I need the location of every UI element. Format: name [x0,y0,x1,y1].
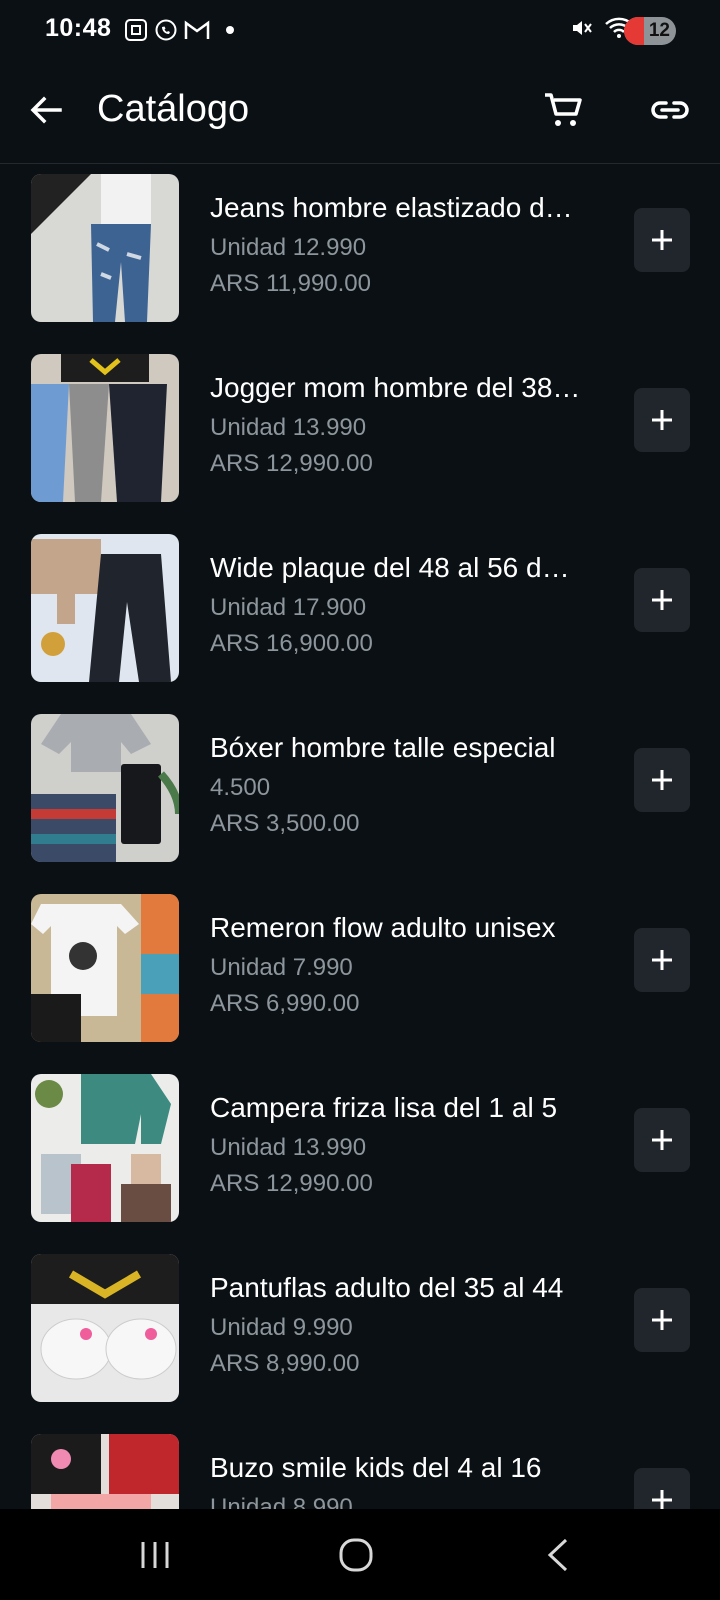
product-name: Campera friza lisa del 1 al 5 [210,1092,558,1123]
product-row[interactable]: Jogger mom hombre del 38 al 48 Unidad 13… [0,344,720,524]
recents-icon [141,1542,169,1568]
gmail-icon [184,20,210,39]
product-row[interactable]: Wide plaque del 48 al 56 de hombre Unida… [0,524,720,704]
add-to-cart-button[interactable] [634,1288,690,1352]
product-thumbnail [31,1074,179,1222]
cart-button[interactable] [541,88,585,132]
add-to-cart-button[interactable] [634,1108,690,1172]
product-name: Remeron flow adulto unisex [210,912,556,943]
link-button[interactable] [648,88,692,132]
status-time: 10:48 [45,14,112,42]
add-to-cart-button[interactable] [634,388,690,452]
recents-button[interactable] [125,1531,185,1579]
product-price: ARS 3,500.00 [210,810,360,837]
plus-icon [652,1490,672,1509]
product-thumbnail [31,714,179,862]
mute-icon [573,21,592,35]
product-row[interactable]: Jeans hombre elastizado del 38 al 48 Uni… [0,164,720,344]
plus-icon [652,230,672,250]
product-unit-price: Unidad 13.990 [210,414,367,441]
add-to-cart-button[interactable] [634,568,690,632]
page-title: Catálogo [97,88,250,130]
product-price: ARS 12,990.00 [210,450,373,477]
product-unit-price: Unidad 12.990 [210,234,367,261]
back-nav-button[interactable] [528,1531,588,1579]
plus-icon [652,590,672,610]
product-unit-price: Unidad 17.900 [210,594,367,621]
battery-level: 12 [648,20,670,41]
product-name: Jogger mom hombre del 38 al 48 [210,372,585,403]
product-unit-price: Unidad 9.990 [210,1314,353,1341]
plus-icon [652,1130,672,1150]
back-arrow-icon [30,96,62,124]
status-bar: 10:48 12 [0,0,720,64]
product-thumbnail [31,534,179,682]
add-to-cart-button[interactable] [634,748,690,812]
product-row[interactable]: Remeron flow adulto unisex Unidad 7.990 … [0,884,720,1064]
link-icon [651,101,689,119]
product-list: Jeans hombre elastizado del 38 al 48 Uni… [0,164,720,1509]
home-icon [339,1538,373,1572]
product-price: ARS 6,990.00 [210,990,360,1017]
dot-icon [226,26,234,34]
product-name: Buzo smile kids del 4 al 16 [210,1452,542,1483]
system-nav-bar [0,1509,720,1600]
product-unit-price: Unidad 13.990 [210,1134,367,1161]
plus-icon [652,410,672,430]
product-price: ARS 12,990.00 [210,1170,373,1197]
product-unit-price: Unidad 7.990 [210,954,353,981]
back-button[interactable] [24,88,68,132]
whatsapp-icon [155,19,177,41]
product-name: Jeans hombre elastizado del 38 al 48 [210,192,585,223]
home-button[interactable] [326,1531,386,1579]
product-thumbnail [31,1254,179,1402]
product-unit-price: Unidad 8.990 [210,1494,353,1509]
product-row[interactable]: Bóxer hombre talle especial 4.500 ARS 3,… [0,704,720,884]
product-thumbnail [31,174,179,322]
plus-icon [652,1310,672,1330]
product-name: Bóxer hombre talle especial [210,732,556,763]
back-icon [547,1538,568,1572]
product-thumbnail [31,1434,179,1509]
product-price: ARS 16,900.00 [210,630,373,657]
product-price: ARS 11,990.00 [210,270,372,297]
cart-icon [545,93,582,126]
product-thumbnail [31,354,179,502]
product-name: Wide plaque del 48 al 56 de hombre [210,552,585,583]
plus-icon [652,950,672,970]
product-price: ARS 8,990.00 [210,1350,360,1377]
product-thumbnail [31,894,179,1042]
add-to-cart-button[interactable] [634,1468,690,1509]
product-row[interactable]: Campera friza lisa del 1 al 5 Unidad 13.… [0,1064,720,1244]
product-row[interactable]: Buzo smile kids del 4 al 16 Unidad 8.990 [0,1424,720,1509]
product-unit-price: 4.500 [210,774,271,801]
add-to-cart-button[interactable] [634,208,690,272]
battery-icon: 12 [624,17,676,45]
product-row[interactable]: Pantuflas adulto del 35 al 44 Unidad 9.9… [0,1244,720,1424]
screenshot-icon [125,19,147,41]
product-name: Pantuflas adulto del 35 al 44 [210,1272,564,1303]
app-bar: Catálogo [0,64,720,164]
add-to-cart-button[interactable] [634,928,690,992]
plus-icon [652,770,672,790]
